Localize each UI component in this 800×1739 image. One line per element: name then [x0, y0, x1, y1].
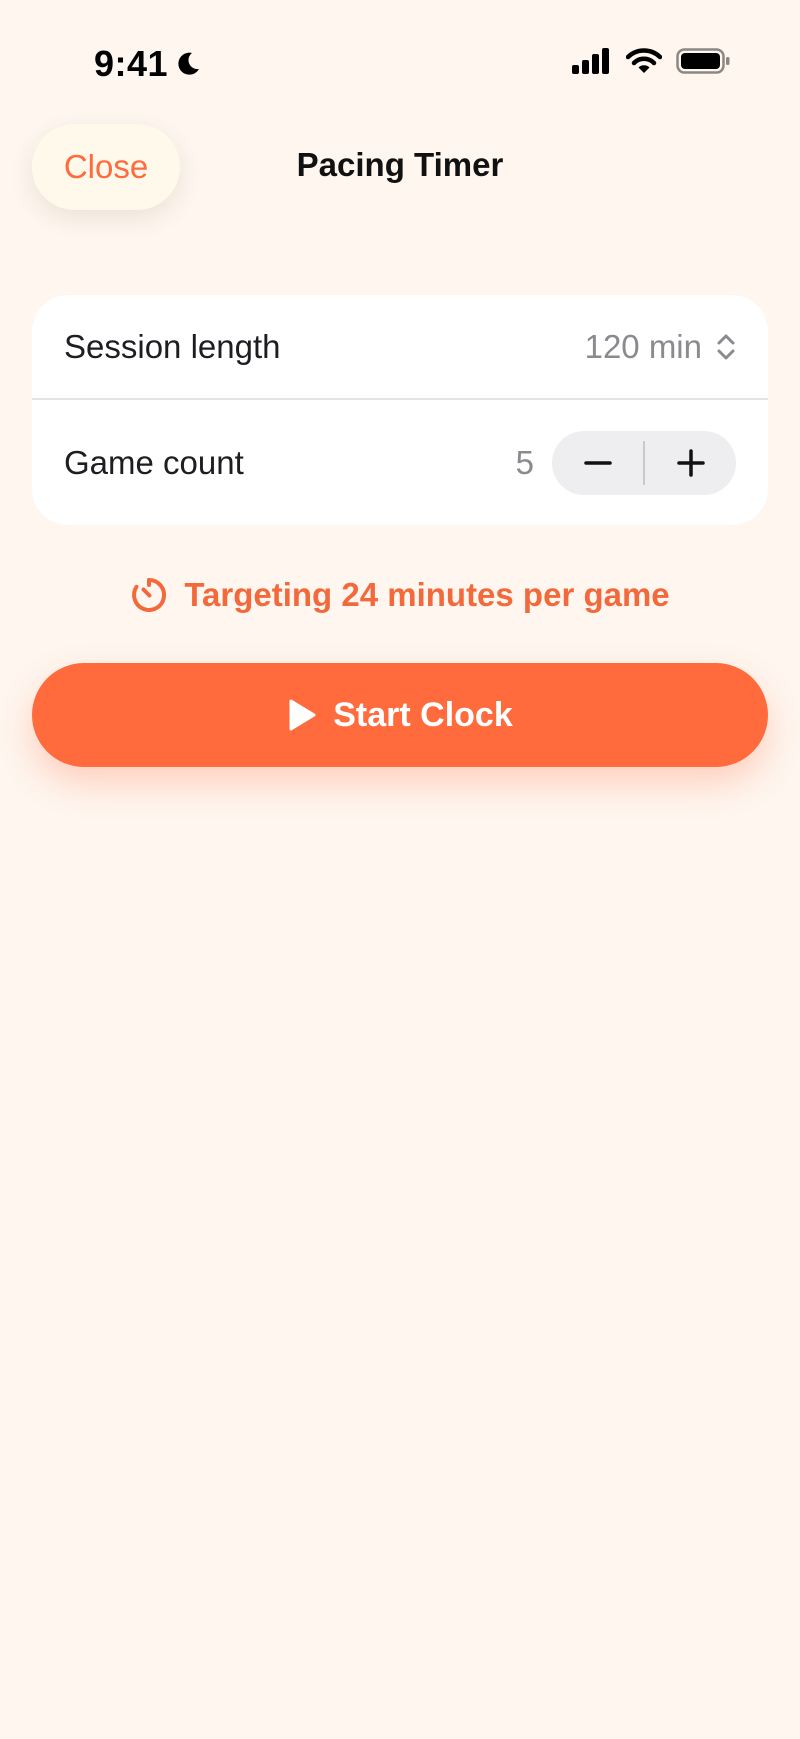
chevron-up-down-icon — [716, 333, 736, 361]
start-clock-button[interactable]: Start Clock — [32, 663, 768, 767]
game-count-label: Game count — [64, 443, 244, 481]
status-time-group: 9:41 — [94, 42, 202, 86]
target-hint-text: Targeting 24 minutes per game — [184, 576, 670, 613]
wifi-icon — [625, 48, 663, 74]
session-length-row[interactable]: Session length 120 min — [32, 295, 768, 398]
game-count-row: Game count 5 — [32, 400, 768, 525]
battery-icon — [676, 48, 730, 74]
status-time: 9:41 — [94, 43, 169, 84]
start-clock-label: Start Clock — [333, 695, 513, 734]
settings-card: Session length 120 min Game count 5 — [32, 295, 768, 525]
moon-icon — [174, 50, 202, 78]
session-length-picker[interactable]: 120 min — [585, 328, 736, 366]
status-bar: 9:41 — [0, 0, 800, 130]
minus-icon — [583, 449, 612, 477]
cellular-signal-icon — [572, 48, 612, 74]
session-length-label: Session length — [64, 327, 281, 365]
timer-icon — [130, 576, 168, 614]
game-count-stepper — [552, 430, 736, 495]
decrement-button[interactable] — [552, 431, 643, 495]
play-icon — [287, 698, 317, 732]
increment-button[interactable] — [645, 431, 736, 495]
page-title: Pacing Timer — [296, 146, 504, 183]
plus-icon — [676, 448, 705, 477]
nav-bar: Close Pacing Timer — [0, 122, 800, 214]
status-icons — [572, 48, 730, 74]
session-length-value: 120 min — [584, 327, 702, 365]
target-hint: Targeting 24 minutes per game — [0, 570, 800, 620]
game-count-value: 5 — [515, 443, 534, 481]
